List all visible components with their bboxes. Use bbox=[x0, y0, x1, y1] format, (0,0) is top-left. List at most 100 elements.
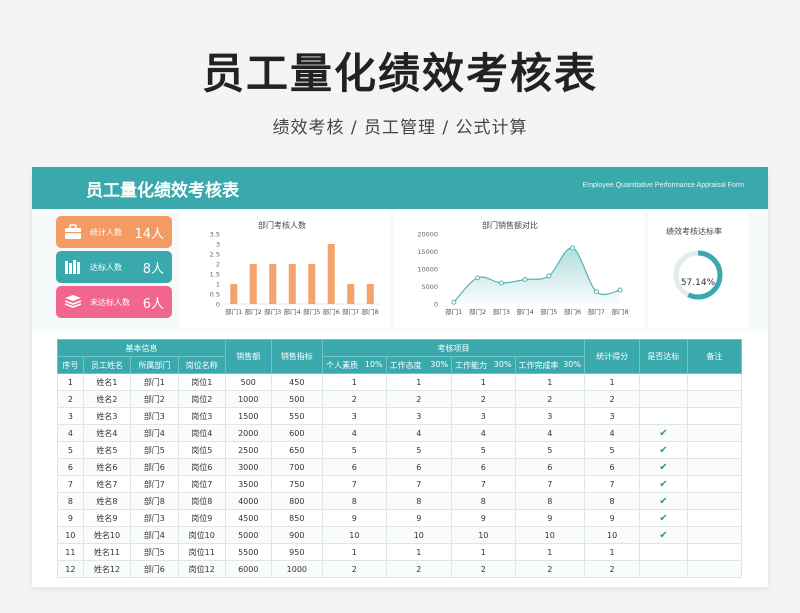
cell-sales: 1500 bbox=[224, 407, 272, 425]
cell-dept: 部门5 bbox=[130, 441, 179, 459]
cell-reach bbox=[639, 543, 688, 561]
cell-sales: 2000 bbox=[224, 424, 272, 442]
cell-s2: 5 bbox=[385, 441, 453, 459]
cell-s4: 10 bbox=[514, 526, 585, 544]
cell-s2: 1 bbox=[385, 543, 453, 561]
cell-sales: 4500 bbox=[224, 509, 272, 527]
cell-note bbox=[686, 458, 743, 476]
cell-pos: 岗位9 bbox=[177, 509, 226, 527]
bar-chart-card: 部门考核人数 0 0.5 1 1.5 2 2.5 3 3.5 部门1 部门2 部门3 部门4 部门5 部门… bbox=[180, 212, 390, 328]
header-name: 员工姓名 bbox=[82, 356, 132, 374]
cell-reach: ✔ bbox=[639, 458, 688, 476]
stat-card-reached: 达标人数 8人 bbox=[56, 251, 172, 283]
table-row: 9 姓名9 部门3 岗位9 4500 850 9 9 9 9 9 ✔ bbox=[57, 509, 743, 527]
header-position: 岗位名称 bbox=[177, 356, 226, 374]
cell-no: 7 bbox=[57, 475, 84, 493]
cell-s2: 1 bbox=[385, 373, 453, 391]
cell-s4: 6 bbox=[514, 458, 585, 476]
cell-score: 7 bbox=[583, 475, 641, 493]
cell-s3: 8 bbox=[451, 492, 516, 510]
x-tick-label: 部门1 bbox=[445, 307, 462, 316]
data-point bbox=[570, 245, 576, 251]
cell-score: 8 bbox=[583, 492, 641, 510]
table-row: 5 姓名5 部门5 岗位5 2500 650 5 5 5 5 5 ✔ bbox=[57, 441, 743, 459]
cell-target: 450 bbox=[270, 373, 324, 391]
y-tick-label: 1.5 bbox=[210, 271, 220, 279]
cell-dept: 部门3 bbox=[130, 407, 179, 425]
header-item-2: 工作态度 30% bbox=[385, 356, 453, 374]
y-tick-label: 20000 bbox=[417, 231, 438, 239]
stat-label: 未达标人数 bbox=[90, 298, 130, 307]
gauge-card: 绩效考核达标率 57.14% bbox=[648, 212, 748, 328]
cell-note bbox=[686, 424, 743, 442]
sheet-english-title: Employee Quantitative Performance Apprai… bbox=[582, 182, 744, 189]
cell-target: 750 bbox=[270, 475, 324, 493]
y-tick-label: 3 bbox=[216, 241, 220, 249]
spreadsheet-preview: 员工量化绩效考核表 Employee Quantitative Performa… bbox=[32, 167, 768, 587]
bar bbox=[288, 264, 296, 304]
y-tick-label: 1 bbox=[216, 281, 220, 289]
check-icon: ✔ bbox=[659, 427, 668, 439]
cell-name: 姓名6 bbox=[82, 458, 132, 476]
cell-no: 4 bbox=[57, 424, 84, 442]
cell-s4: 2 bbox=[514, 390, 585, 408]
cell-score: 1 bbox=[583, 373, 641, 391]
data-point bbox=[546, 273, 552, 279]
cell-s3: 3 bbox=[451, 407, 516, 425]
area-chart: 0 5000 10000 15000 20000 部门1 部门2 部门3 部门4 部门5 部门6 部门… bbox=[417, 231, 628, 317]
cell-sales: 5500 bbox=[224, 543, 272, 561]
stack-icon bbox=[64, 295, 82, 308]
cell-dept: 部门6 bbox=[130, 560, 179, 578]
x-tick-label: 部门4 bbox=[517, 307, 534, 316]
cell-s1: 2 bbox=[322, 560, 387, 578]
cell-name: 姓名2 bbox=[82, 390, 132, 408]
cell-pos: 岗位12 bbox=[177, 560, 226, 578]
cell-name: 姓名12 bbox=[82, 560, 132, 578]
cell-sales: 500 bbox=[224, 373, 272, 391]
cell-reach: ✔ bbox=[639, 492, 688, 510]
cell-pos: 岗位2 bbox=[177, 390, 226, 408]
x-tick-label: 部门3 bbox=[493, 307, 510, 316]
cell-s2: 2 bbox=[385, 560, 453, 578]
header-note: 备注 bbox=[686, 339, 743, 374]
cell-no: 3 bbox=[57, 407, 84, 425]
check-icon: ✔ bbox=[659, 478, 668, 490]
stat-value: 6人 bbox=[142, 297, 164, 312]
cell-sales: 4000 bbox=[224, 492, 272, 510]
cell-s4: 7 bbox=[514, 475, 585, 493]
table-row: 6 姓名6 部门6 岗位6 3000 700 6 6 6 6 6 ✔ bbox=[57, 458, 743, 476]
cell-no: 1 bbox=[57, 373, 84, 391]
cell-s1: 2 bbox=[322, 390, 387, 408]
cell-no: 11 bbox=[57, 543, 84, 561]
cell-pos: 岗位3 bbox=[177, 407, 226, 425]
sheet-title: 员工量化绩效考核表 bbox=[86, 181, 239, 201]
cell-score: 2 bbox=[583, 560, 641, 578]
cell-s3: 6 bbox=[451, 458, 516, 476]
cell-sales: 2500 bbox=[224, 441, 272, 459]
stat-value: 8人 bbox=[142, 262, 164, 277]
x-tick-label: 部门4 bbox=[284, 307, 301, 316]
header-item-3: 工作能力 30% bbox=[451, 356, 516, 374]
cell-target: 850 bbox=[270, 509, 324, 527]
bar bbox=[366, 284, 374, 304]
cell-s2: 9 bbox=[385, 509, 453, 527]
data-point bbox=[522, 277, 528, 282]
check-icon: ✔ bbox=[659, 461, 668, 473]
cell-name: 姓名10 bbox=[82, 526, 132, 544]
x-tick-label: 部门5 bbox=[540, 307, 557, 316]
cell-pos: 岗位11 bbox=[177, 543, 226, 561]
cell-target: 950 bbox=[270, 543, 324, 561]
cell-s3: 4 bbox=[451, 424, 516, 442]
x-tick-label: 部门2 bbox=[245, 307, 262, 316]
cell-name: 姓名11 bbox=[82, 543, 132, 561]
cell-no: 9 bbox=[57, 509, 84, 527]
cell-name: 姓名4 bbox=[82, 424, 132, 442]
cell-s4: 3 bbox=[514, 407, 585, 425]
cell-s3: 2 bbox=[451, 390, 516, 408]
dashboard-area: 统计人数 14人 达标人数 8人 未达标人数 6人 部门考核人数 0 0.5 1… bbox=[32, 212, 768, 332]
cell-score: 6 bbox=[583, 458, 641, 476]
x-tick-label: 部门3 bbox=[264, 307, 281, 316]
header-score: 统计得分 bbox=[583, 339, 641, 374]
cell-note bbox=[686, 373, 743, 391]
performance-table: 基本信息 销售额 销售指标 考核项目 统计得分 是否达标 备注 序号 员工姓名 … bbox=[57, 339, 743, 578]
